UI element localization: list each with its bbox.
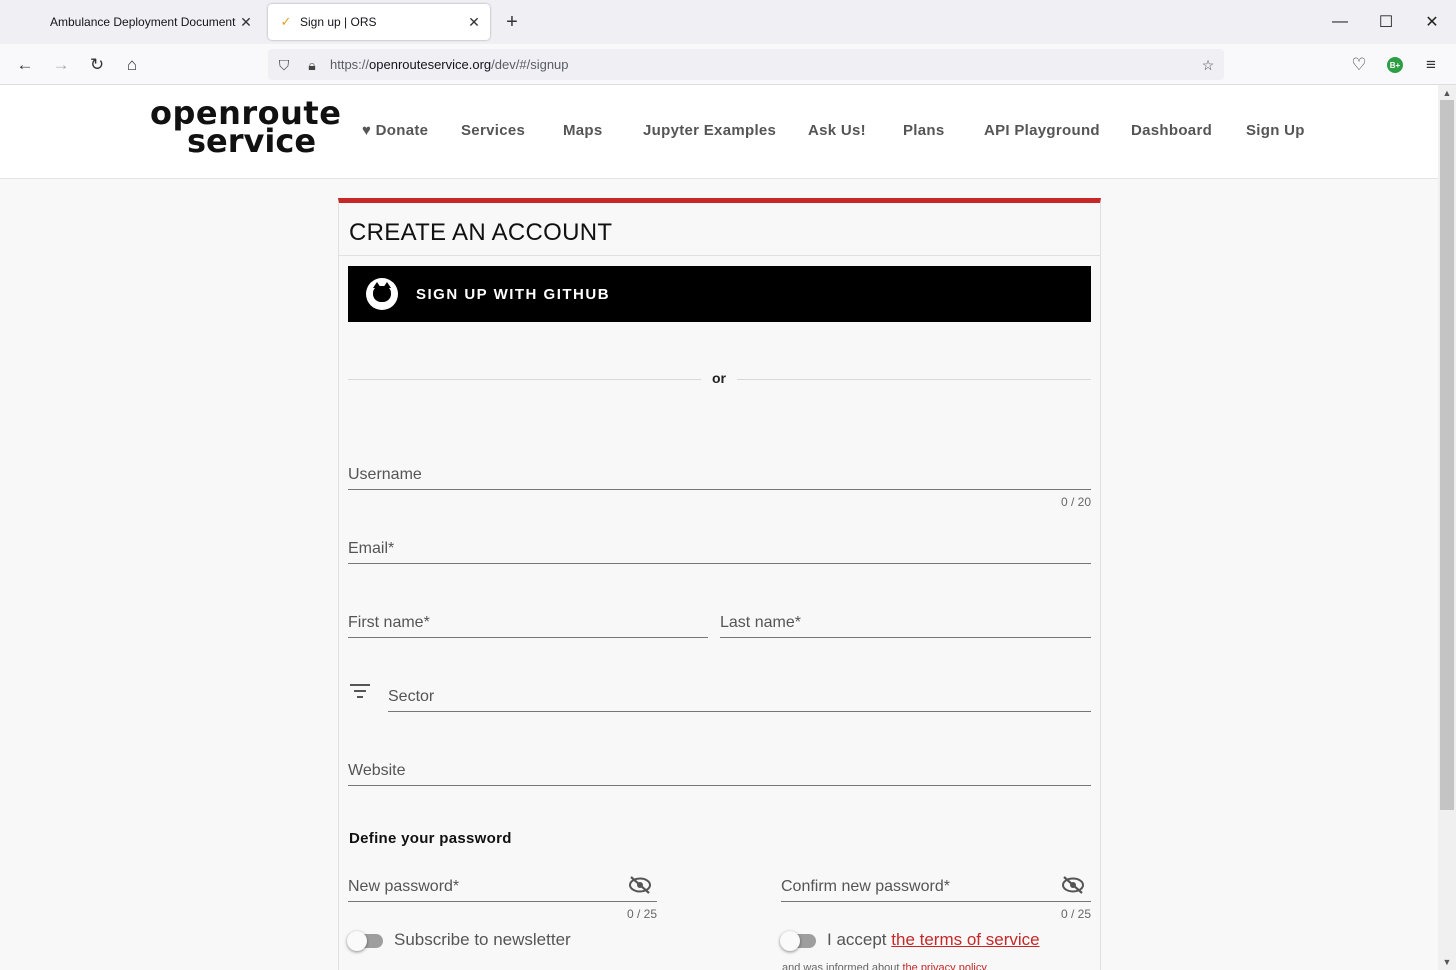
github-signup-button[interactable]: SIGN UP WITH GITHUB [348, 266, 1091, 322]
confirm-password-counter: 0 / 25 [1060, 907, 1091, 921]
pocket-icon[interactable]: ♡ [1346, 52, 1372, 78]
scroll-up-icon[interactable]: ▲ [1438, 86, 1456, 100]
back-icon[interactable]: ← [12, 52, 38, 78]
close-icon[interactable]: ✕ [464, 12, 484, 32]
eye-off-icon[interactable] [628, 875, 652, 895]
lock-icon[interactable]: 🔒︎ [303, 56, 321, 74]
newsletter-label: Subscribe to newsletter [394, 930, 571, 949]
page-viewport: openroute service ♥ Donate Services Maps… [0, 85, 1438, 970]
close-icon[interactable]: ✕ [236, 12, 256, 32]
menu-sign-up[interactable]: Sign Up [1246, 122, 1305, 139]
reload-icon[interactable]: ↻ [84, 52, 110, 78]
sector-label: Sector [388, 688, 435, 705]
browser-tab-signup[interactable]: ✓ Sign up | ORS ✕ [268, 4, 490, 40]
new-password-label: New password* [348, 878, 460, 895]
password-section-title: Define your password [349, 830, 512, 847]
menu-plans[interactable]: Plans [903, 122, 945, 139]
url-text: https://openrouteservice.org/dev/#/signu… [330, 57, 569, 72]
forward-icon[interactable]: → [48, 52, 74, 78]
menu-icon[interactable]: ≡ [1418, 52, 1444, 78]
eye-off-icon[interactable] [1061, 875, 1085, 895]
or-text: or [701, 370, 737, 386]
maximize-icon[interactable]: ☐ [1371, 8, 1401, 36]
menu-dashboard[interactable]: Dashboard [1131, 122, 1212, 139]
username-counter: 0 / 20 [1060, 495, 1091, 509]
tab-title: Sign up | ORS [300, 15, 377, 29]
tab-title: Ambulance Deployment Document [50, 15, 236, 29]
last-name-label: Last name* [720, 614, 801, 631]
menu-ask-us[interactable]: Ask Us! [808, 122, 866, 139]
new-password-field[interactable]: New password* [348, 872, 657, 902]
username-label: Username [348, 466, 422, 483]
extension-icon[interactable]: B+ [1382, 52, 1408, 78]
terms-toggle[interactable] [780, 931, 816, 951]
site-header: openroute service ♥ Donate Services Maps… [0, 85, 1438, 179]
bookmark-star-icon[interactable]: ☆ [1199, 56, 1217, 74]
signup-card: CREATE AN ACCOUNT SIGN UP WITH GITHUB or… [338, 198, 1101, 970]
first-name-label: First name* [348, 614, 430, 631]
new-password-counter: 0 / 25 [626, 907, 657, 921]
newsletter-toggle[interactable] [347, 931, 383, 951]
sector-select[interactable]: Sector [388, 682, 1091, 712]
browser-tab-ambulance[interactable]: Ambulance Deployment Document ✕ [40, 4, 262, 40]
website-field[interactable]: Website [348, 756, 1091, 786]
email-field[interactable]: Email* [348, 534, 1091, 564]
menu-donate[interactable]: ♥ Donate [362, 122, 428, 139]
ors-favicon-icon: ✓ [280, 14, 292, 29]
filter-icon [350, 684, 370, 700]
menu-maps[interactable]: Maps [563, 122, 603, 139]
confirm-password-field[interactable]: Confirm new password* [781, 872, 1091, 902]
scroll-down-icon[interactable]: ▼ [1438, 955, 1456, 969]
username-field[interactable]: Username [348, 460, 1091, 490]
last-name-field[interactable]: Last name* [720, 608, 1091, 638]
privacy-note: and was informed about the privacy polic… [782, 962, 987, 970]
profile-badge: B+ [1387, 57, 1403, 73]
shield-icon[interactable]: ⛉ [275, 56, 293, 74]
minimize-icon[interactable]: — [1325, 8, 1355, 36]
card-title: CREATE AN ACCOUNT [349, 219, 613, 246]
menu-jupyter-examples[interactable]: Jupyter Examples [643, 122, 776, 139]
privacy-policy-link[interactable]: the privacy policy [902, 962, 986, 970]
url-bar[interactable]: ⛉ 🔒︎ https://openrouteservice.org/dev/#/… [268, 49, 1224, 80]
first-name-field[interactable]: First name* [348, 608, 708, 638]
menu-services[interactable]: Services [461, 122, 525, 139]
browser-tabstrip: Ambulance Deployment Document ✕ ✓ Sign u… [0, 0, 1456, 44]
home-icon[interactable]: ⌂ [119, 52, 145, 78]
window-close-icon[interactable]: ✕ [1417, 8, 1447, 36]
scrollbar-thumb[interactable] [1440, 100, 1454, 810]
ors-logo[interactable]: openroute service [150, 97, 350, 157]
website-label: Website [348, 762, 406, 779]
new-tab-icon[interactable]: + [500, 10, 524, 34]
github-icon [366, 278, 398, 310]
divider [339, 255, 1100, 256]
email-label: Email* [348, 540, 395, 557]
terms-of-service-link[interactable]: the terms of service [891, 930, 1039, 949]
browser-navbar: ← → ↻ ⌂ ⛉ 🔒︎ https://openrouteservice.or… [0, 44, 1456, 85]
confirm-password-label: Confirm new password* [781, 878, 950, 895]
github-signup-label: SIGN UP WITH GITHUB [416, 285, 611, 303]
menu-api-playground[interactable]: API Playground [984, 122, 1100, 139]
terms-label: I accept the terms of service [827, 930, 1040, 949]
